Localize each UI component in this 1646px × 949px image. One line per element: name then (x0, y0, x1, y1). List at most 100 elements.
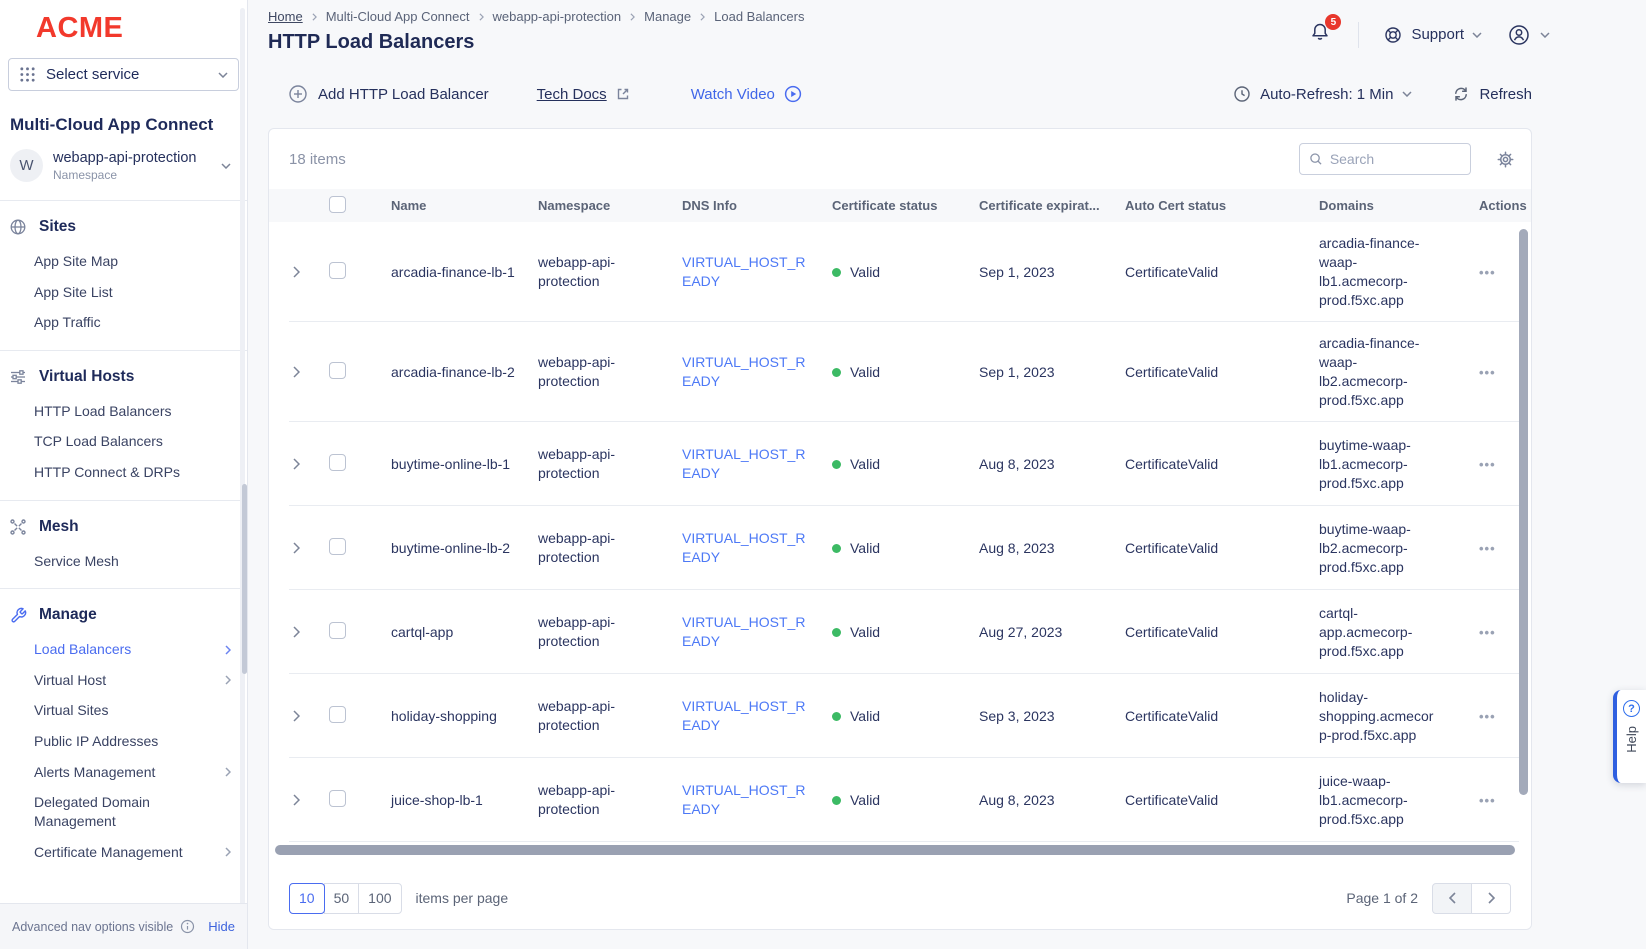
row-checkbox[interactable] (329, 538, 346, 555)
watch-video-link[interactable]: Watch Video (691, 85, 802, 103)
row-actions-menu[interactable]: ••• (1479, 793, 1496, 808)
row-actions-menu[interactable]: ••• (1479, 541, 1496, 556)
sidebar-section-sites[interactable]: Sites (0, 216, 247, 246)
column-header-certificate-status[interactable]: Certificate status (832, 198, 979, 213)
tech-docs-link[interactable]: Tech Docs (537, 86, 631, 103)
cell-dns-info: VIRTUAL_HOST_READY (682, 781, 832, 819)
dns-info-link[interactable]: VIRTUAL_HOST_READY (682, 446, 805, 481)
table-settings-button[interactable] (1496, 150, 1515, 169)
row-checkbox[interactable] (329, 790, 346, 807)
column-header-name[interactable]: Name (391, 198, 538, 213)
sidebar-item-virtual-sites[interactable]: Virtual Sites (0, 695, 247, 726)
chevron-right-icon (1488, 892, 1495, 904)
notifications-button[interactable]: 5 (1306, 19, 1334, 50)
sidebar-section-mesh[interactable]: Mesh (0, 516, 247, 546)
sidebar-section-virtual-hosts[interactable]: Virtual Hosts (0, 366, 247, 396)
sidebar-item-public-ip-addresses[interactable]: Public IP Addresses (0, 726, 247, 757)
sidebar-scrollbar-thumb[interactable] (242, 484, 247, 674)
table-row: cartql-app webapp-api-protection VIRTUAL… (269, 590, 1531, 674)
select-service-dropdown[interactable]: Select service (8, 58, 239, 91)
sidebar-item-service-mesh[interactable]: Service Mesh (0, 546, 247, 577)
row-expand-chevron[interactable] (289, 362, 311, 382)
auto-refresh-dropdown[interactable]: Auto-Refresh: 1 Min (1233, 85, 1412, 103)
horizontal-scrollbar-thumb[interactable] (275, 845, 1515, 855)
support-menu[interactable]: Support (1383, 25, 1482, 45)
sidebar-item-alerts-management[interactable]: Alerts Management (0, 757, 247, 788)
horizontal-scrollbar[interactable] (275, 845, 1515, 857)
items-count: 18 items (289, 151, 346, 168)
dns-info-link[interactable]: VIRTUAL_HOST_READY (682, 354, 805, 389)
row-checkbox[interactable] (329, 362, 346, 379)
sidebar-item-app-traffic[interactable]: App Traffic (0, 307, 247, 338)
chevron-right-icon (225, 767, 231, 777)
page-size-10-button[interactable]: 10 (289, 883, 325, 914)
row-checkbox[interactable] (329, 706, 346, 723)
column-header-namespace[interactable]: Namespace (538, 198, 682, 213)
row-checkbox[interactable] (329, 454, 346, 471)
sidebar-item-load-balancers[interactable]: Load Balancers (0, 634, 247, 665)
sidebar-scrollbar[interactable] (240, 8, 245, 941)
column-header-domains[interactable]: Domains (1319, 198, 1479, 213)
chevron-down-icon (218, 72, 228, 78)
row-checkbox[interactable] (329, 622, 346, 639)
page-info: Page 1 of 2 (1346, 890, 1418, 906)
vertical-scrollbar-thumb[interactable] (1519, 229, 1528, 795)
row-actions-menu[interactable]: ••• (1479, 265, 1496, 280)
hide-nav-link[interactable]: Hide (208, 919, 235, 934)
row-expand-chevron[interactable] (289, 538, 311, 558)
valid-status-dot (832, 460, 841, 469)
select-all-checkbox[interactable] (329, 196, 346, 213)
chevron-down-icon (1402, 91, 1412, 97)
next-page-button[interactable] (1471, 883, 1511, 914)
row-actions-menu[interactable]: ••• (1479, 625, 1496, 640)
help-tab[interactable]: ? Help (1613, 690, 1646, 783)
row-actions-menu[interactable]: ••• (1479, 365, 1496, 380)
sidebar-item-http-connect-drps[interactable]: HTTP Connect & DRPs (0, 457, 247, 488)
sidebar-item-tcp-load-balancers[interactable]: TCP Load Balancers (0, 426, 247, 457)
cell-certificate-expiration: Aug 8, 2023 (979, 791, 1125, 810)
row-checkbox[interactable] (329, 262, 346, 279)
cell-certificate-status: Valid (832, 455, 979, 474)
sidebar-item-http-load-balancers[interactable]: HTTP Load Balancers (0, 396, 247, 427)
dns-info-link[interactable]: VIRTUAL_HOST_READY (682, 698, 805, 733)
certificate-status-text: Valid (850, 539, 880, 558)
row-expand-chevron[interactable] (289, 706, 311, 726)
breadcrumb-multi-cloud-app-connect[interactable]: Multi-Cloud App Connect (326, 9, 470, 24)
namespace-selector[interactable]: W webapp-api-protection Namespace (10, 149, 239, 182)
breadcrumb-load-balancers[interactable]: Load Balancers (714, 9, 804, 24)
cell-namespace: webapp-api-protection (538, 253, 682, 291)
refresh-button[interactable]: Refresh (1452, 85, 1532, 103)
breadcrumb-namespace[interactable]: webapp-api-protection (493, 9, 622, 24)
breadcrumb-separator-icon (479, 13, 484, 21)
dns-info-link[interactable]: VIRTUAL_HOST_READY (682, 614, 805, 649)
row-actions-menu[interactable]: ••• (1479, 709, 1496, 724)
breadcrumb-manage[interactable]: Manage (644, 9, 691, 24)
search-input[interactable] (1330, 151, 1461, 167)
breadcrumb-home[interactable]: Home (268, 9, 303, 24)
page-size-100-button[interactable]: 100 (358, 883, 401, 914)
prev-page-button[interactable] (1432, 883, 1472, 914)
sidebar-section-manage[interactable]: Manage (0, 604, 247, 634)
account-menu[interactable] (1506, 22, 1550, 48)
sidebar-item-virtual-host[interactable]: Virtual Host (0, 665, 247, 696)
dns-info-link[interactable]: VIRTUAL_HOST_READY (682, 530, 805, 565)
sidebar-item-delegated-domain-management[interactable]: Delegated Domain Management (0, 787, 247, 836)
pagination-bar: 10 50 100 items per page Page 1 of 2 (269, 867, 1531, 929)
dns-info-link[interactable]: VIRTUAL_HOST_READY (682, 254, 805, 289)
row-expand-chevron[interactable] (289, 790, 311, 810)
column-header-dns-info[interactable]: DNS Info (682, 198, 832, 213)
chevron-right-icon (293, 794, 300, 806)
page-size-50-button[interactable]: 50 (324, 883, 360, 914)
row-expand-chevron[interactable] (289, 454, 311, 474)
add-http-load-balancer-button[interactable]: Add HTTP Load Balancer (288, 84, 489, 104)
dns-info-link[interactable]: VIRTUAL_HOST_READY (682, 782, 805, 817)
sidebar-item-app-site-map[interactable]: App Site Map (0, 246, 247, 277)
support-label: Support (1411, 26, 1464, 43)
column-header-certificate-expiration[interactable]: Certificate expirat... (979, 198, 1125, 213)
sidebar-item-app-site-list[interactable]: App Site List (0, 277, 247, 308)
sidebar-item-certificate-management[interactable]: Certificate Management (0, 837, 247, 868)
row-expand-chevron[interactable] (289, 262, 311, 282)
column-header-auto-cert-status[interactable]: Auto Cert status (1125, 198, 1319, 213)
row-expand-chevron[interactable] (289, 622, 311, 642)
row-actions-menu[interactable]: ••• (1479, 457, 1496, 472)
